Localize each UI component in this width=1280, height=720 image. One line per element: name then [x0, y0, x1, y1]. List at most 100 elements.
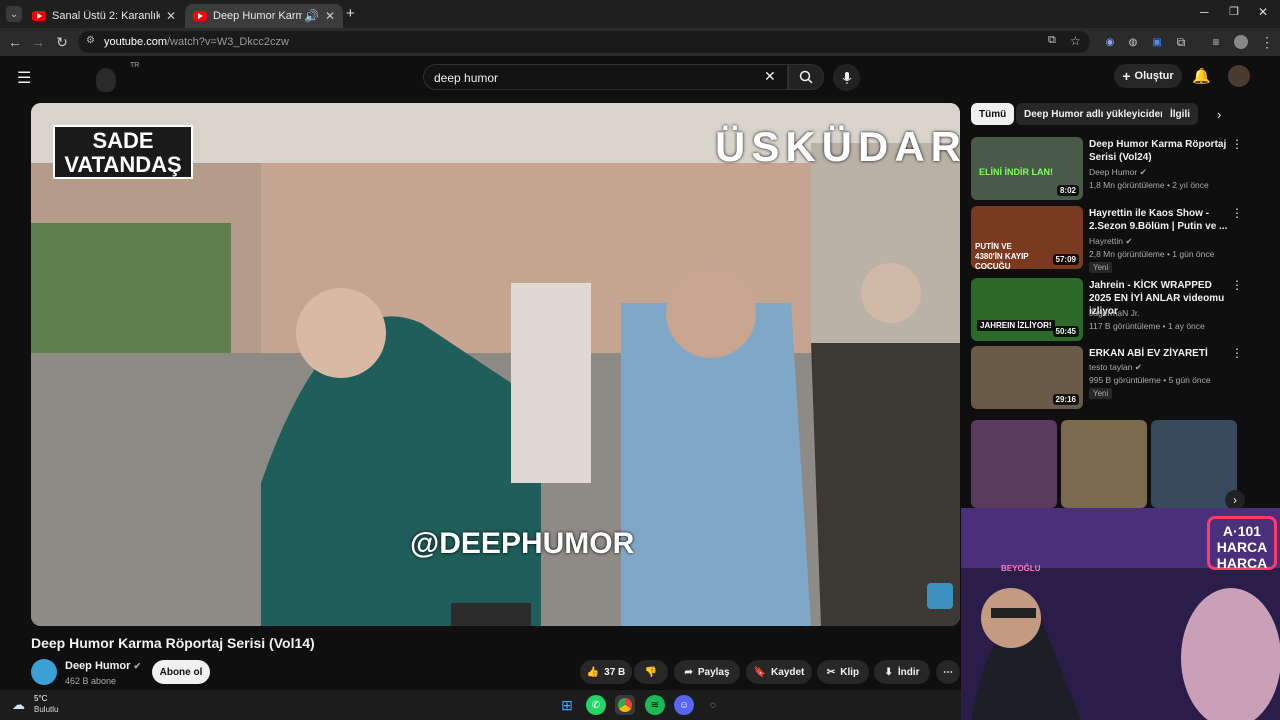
suggestion-title[interactable]: Deep Humor Karma Röportaj Serisi (Vol24) — [1089, 138, 1229, 164]
suggestion-channel[interactable]: Deep Humor ✔ — [1089, 167, 1147, 178]
chip-from-uploader[interactable]: Deep Humor adlı yükleyiciden — [1016, 103, 1175, 125]
app-icon[interactable]: ◌ — [703, 695, 723, 715]
video-player[interactable]: SADE VATANDAŞ ÜSKÜDAR @DEEPHUMOR — [31, 103, 960, 626]
short-thumbnail-3[interactable] — [1151, 420, 1237, 508]
webcam-neon-text: BEYOĞLU — [1001, 564, 1041, 573]
download-button[interactable]: ⬇ İndir — [874, 660, 930, 684]
short-thumbnail-2[interactable] — [1061, 420, 1147, 508]
channel-watermark-icon[interactable] — [927, 583, 953, 609]
suggestion-thumbnail[interactable]: ELİNİ İNDİR LAN! 8:02 — [971, 137, 1083, 200]
suggestion-thumbnail[interactable]: JAHREIN İZLİYOR! 50:45 — [971, 278, 1083, 341]
like-button[interactable]: 👍 37 B — [580, 660, 632, 684]
voice-search-button[interactable] — [833, 64, 860, 91]
back-arrow-icon[interactable]: ← — [5, 32, 25, 52]
site-info-icon[interactable]: ⚙ — [86, 35, 95, 46]
address-bar[interactable]: ⚙ youtube.com/watch?v=W3_Dkcc2czw ⧉ ☆ — [78, 31, 1090, 53]
forward-arrow-icon[interactable]: → — [28, 32, 48, 52]
region-code: TR — [130, 62, 140, 69]
more-actions-button[interactable]: ⋯ — [936, 660, 960, 684]
short-thumbnail-1[interactable] — [971, 420, 1057, 508]
browser-menu-icon[interactable]: ⋮ — [1257, 32, 1277, 52]
install-app-icon[interactable]: ⧉ — [1048, 34, 1056, 47]
verified-check-icon: ✔ — [1125, 236, 1133, 246]
suggestion-meta: 1,8 Mn görüntüleme • 2 yıl önce — [1089, 180, 1209, 190]
suggestion-channel[interactable]: JagermaN Jr. — [1089, 308, 1140, 318]
clip-button[interactable]: ✂ Klip — [817, 660, 869, 684]
reading-list-icon[interactable]: ≡ — [1206, 32, 1226, 52]
share-button[interactable]: ➦ Paylaş — [674, 660, 740, 684]
browser-tab-strip: ⌄ Sanal Üstü 2: Karanlık Web | Fil ✕ Dee… — [0, 0, 1280, 28]
search-input[interactable]: deep humor ✕ — [423, 64, 788, 90]
suggestion-more-icon[interactable]: ⋮ — [1231, 278, 1243, 292]
share-label: Paylaş — [697, 666, 730, 678]
tab-title: Sanal Üstü 2: Karanlık Web | Fil — [52, 10, 160, 22]
clear-search-icon[interactable]: ✕ — [764, 68, 776, 85]
suggestion-more-icon[interactable]: ⋮ — [1231, 206, 1243, 220]
shorts-next-arrow-icon[interactable]: › — [1225, 490, 1245, 510]
close-tab-icon[interactable]: ✕ — [166, 9, 176, 23]
suggestion-thumbnail[interactable]: PUTİN VE 4380'İN KAYIP ÇOCUĞU 57:09 — [971, 206, 1083, 269]
bookmark-star-icon[interactable]: ☆ — [1070, 34, 1081, 48]
bookmark-icon: 🔖 — [753, 666, 767, 678]
suggestion-meta: 117 B görüntüleme • 1 ay önce — [1089, 321, 1205, 331]
search-button[interactable] — [788, 64, 824, 90]
notifications-bell-icon[interactable]: 🔔 — [1192, 67, 1211, 85]
suggestion-title[interactable]: ERKAN ABİ EV ZİYARETİ — [1089, 347, 1229, 360]
chips-next-arrow-icon[interactable]: › — [1217, 107, 1221, 122]
windows-taskbar: ☁ 5°C Bulutlu ⊞ ✆ ≋ ☺ ◌ — [0, 690, 961, 720]
suggestion-item-4[interactable]: 29:16 ERKAN ABİ EV ZİYARETİ testo taylan… — [971, 346, 1261, 410]
subscribe-button[interactable]: Abone ol — [152, 660, 210, 684]
thumbnail-text: ELİNİ İNDİR LAN! — [979, 167, 1053, 177]
chip-related[interactable]: İlgili — [1162, 103, 1198, 125]
maximize-window-button[interactable]: ❐ — [1229, 5, 1239, 18]
suggestion-channel[interactable]: testo taylan ✔ — [1089, 362, 1142, 373]
youtube-favicon-icon — [32, 11, 46, 21]
spotify-icon[interactable]: ≋ — [645, 695, 665, 715]
suggestion-meta: 2,8 Mn görüntüleme • 1 gün önce — [1089, 249, 1215, 259]
profile-avatar[interactable] — [1231, 32, 1251, 52]
minimize-window-button[interactable]: ─ — [1200, 5, 1209, 19]
suggestion-item-1[interactable]: ELİNİ İNDİR LAN! 8:02 Deep Humor Karma R… — [971, 137, 1261, 201]
browser-toolbar: ← → ↻ ⚙ youtube.com/watch?v=W3_Dkcc2czw … — [0, 28, 1280, 56]
weather-cloud-icon[interactable]: ☁ — [12, 697, 25, 713]
dislike-button[interactable]: 👎 — [634, 660, 668, 684]
save-button[interactable]: 🔖 Kaydet — [746, 660, 812, 684]
channel-text: Hayrettin — [1089, 236, 1124, 246]
duration-badge: 8:02 — [1056, 185, 1079, 196]
hamburger-menu-icon[interactable]: ☰ — [17, 68, 31, 88]
channel-name[interactable]: Deep Humor ✔ — [65, 660, 141, 672]
suggestion-thumbnail[interactable]: 29:16 — [971, 346, 1083, 409]
extension-3-icon[interactable]: ▣ — [1147, 32, 1167, 52]
discord-icon[interactable]: ☺ — [674, 695, 694, 715]
extension-1-icon[interactable]: ◉ — [1100, 32, 1120, 52]
suggestion-channel[interactable]: Hayrettin ✔ — [1089, 236, 1133, 247]
browser-tab-2-active[interactable]: Deep Humor Karma Röportaj 🔊 ✕ — [185, 4, 343, 28]
channel-avatar[interactable] — [31, 659, 57, 685]
extension-2-icon[interactable]: ◍ — [1123, 32, 1143, 52]
windows-start-icon[interactable]: ⊞ — [557, 695, 577, 715]
reload-icon[interactable]: ↻ — [52, 32, 72, 52]
youtube-favicon-icon — [193, 11, 207, 21]
close-window-button[interactable]: ✕ — [1258, 5, 1268, 19]
weather-temperature[interactable]: 5°C — [34, 694, 47, 703]
speaker-icon[interactable]: 🔊 — [304, 9, 319, 23]
close-tab-icon[interactable]: ✕ — [325, 9, 335, 23]
browser-tab-1[interactable]: Sanal Üstü 2: Karanlık Web | Fil ✕ — [24, 4, 184, 28]
save-label: Kaydet — [771, 666, 805, 678]
suggestion-more-icon[interactable]: ⋮ — [1231, 346, 1243, 360]
suggestion-title[interactable]: Hayrettin ile Kaos Show - 2.Sezon 9.Bölü… — [1089, 207, 1229, 233]
suggestion-item-2[interactable]: PUTİN VE 4380'İN KAYIP ÇOCUĞU 57:09 Hayr… — [971, 206, 1261, 273]
youtube-logo[interactable]: TR — [56, 62, 139, 92]
extensions-puzzle-icon[interactable]: ⧉ — [1171, 32, 1191, 52]
suggestion-item-3[interactable]: JAHREIN İZLİYOR! 50:45 Jahrein - KİCK WR… — [971, 278, 1261, 342]
search-value: deep humor — [434, 71, 499, 85]
new-tab-button[interactable]: + — [346, 5, 355, 22]
whatsapp-icon[interactable]: ✆ — [586, 695, 606, 715]
youtube-header: ☰ TR deep humor ✕ + Oluştur 🔔 — [0, 56, 1280, 102]
create-button[interactable]: + Oluştur — [1114, 64, 1182, 88]
chip-all[interactable]: Tümü — [971, 103, 1015, 125]
account-avatar[interactable] — [1228, 65, 1250, 87]
suggestion-more-icon[interactable]: ⋮ — [1231, 137, 1243, 151]
tab-search-dropdown-button[interactable]: ⌄ — [6, 6, 22, 22]
chrome-icon[interactable] — [615, 695, 635, 715]
